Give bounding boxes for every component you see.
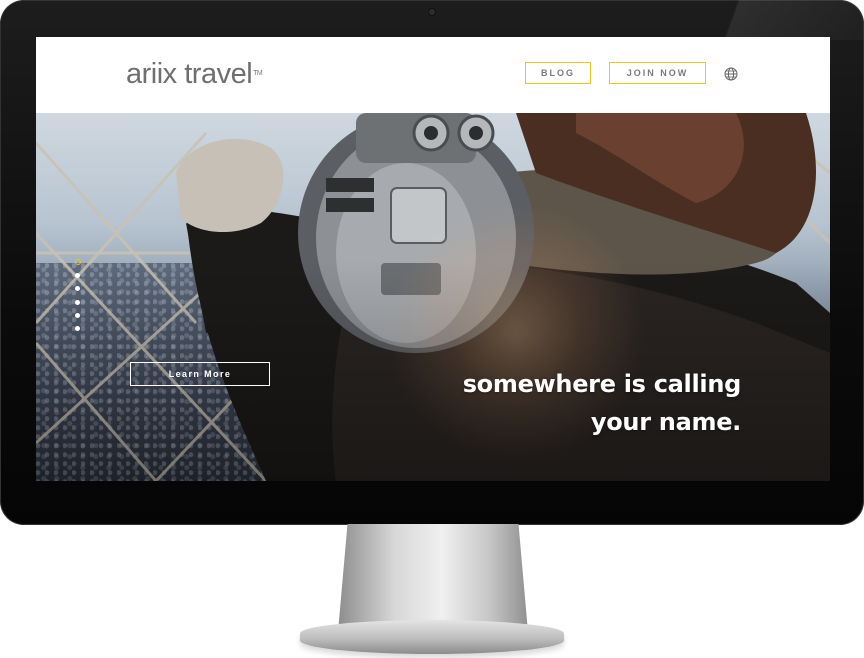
tagline-line-2: your name. [590, 408, 741, 436]
monitor-frame: ariix travelTM BLOG JOIN NOW Learn More … [0, 0, 864, 525]
join-now-button[interactable]: JOIN NOW [609, 62, 706, 84]
slider-dot-4[interactable] [75, 299, 80, 305]
logo[interactable]: ariix travelTM [126, 57, 263, 91]
hero-banner: Learn More somewhere is calling your nam… [36, 113, 830, 481]
learn-more-button[interactable]: Learn More [130, 362, 270, 386]
slider-dot-1[interactable] [75, 259, 81, 265]
globe-icon[interactable] [724, 67, 738, 81]
logo-trademark: TM [253, 70, 263, 77]
blog-button[interactable]: BLOG [525, 62, 591, 84]
monitor-stand-base [300, 620, 564, 654]
tagline-line-1: somewhere is calling [462, 370, 742, 398]
monitor-stand-neck [338, 524, 528, 632]
monitor-gloss [644, 0, 864, 40]
hero-tagline: somewhere is calling your name. [462, 365, 742, 441]
slider-dots [75, 259, 83, 339]
site-header: ariix travelTM BLOG JOIN NOW [36, 37, 830, 113]
website-screen: ariix travelTM BLOG JOIN NOW Learn More … [36, 37, 830, 481]
camera-dot [429, 9, 435, 15]
slider-dot-3[interactable] [75, 286, 80, 292]
slider-dot-5[interactable] [75, 312, 80, 318]
logo-text: ariix travel [126, 58, 253, 90]
slider-dot-2[interactable] [75, 273, 80, 279]
slider-dot-6[interactable] [75, 325, 80, 331]
